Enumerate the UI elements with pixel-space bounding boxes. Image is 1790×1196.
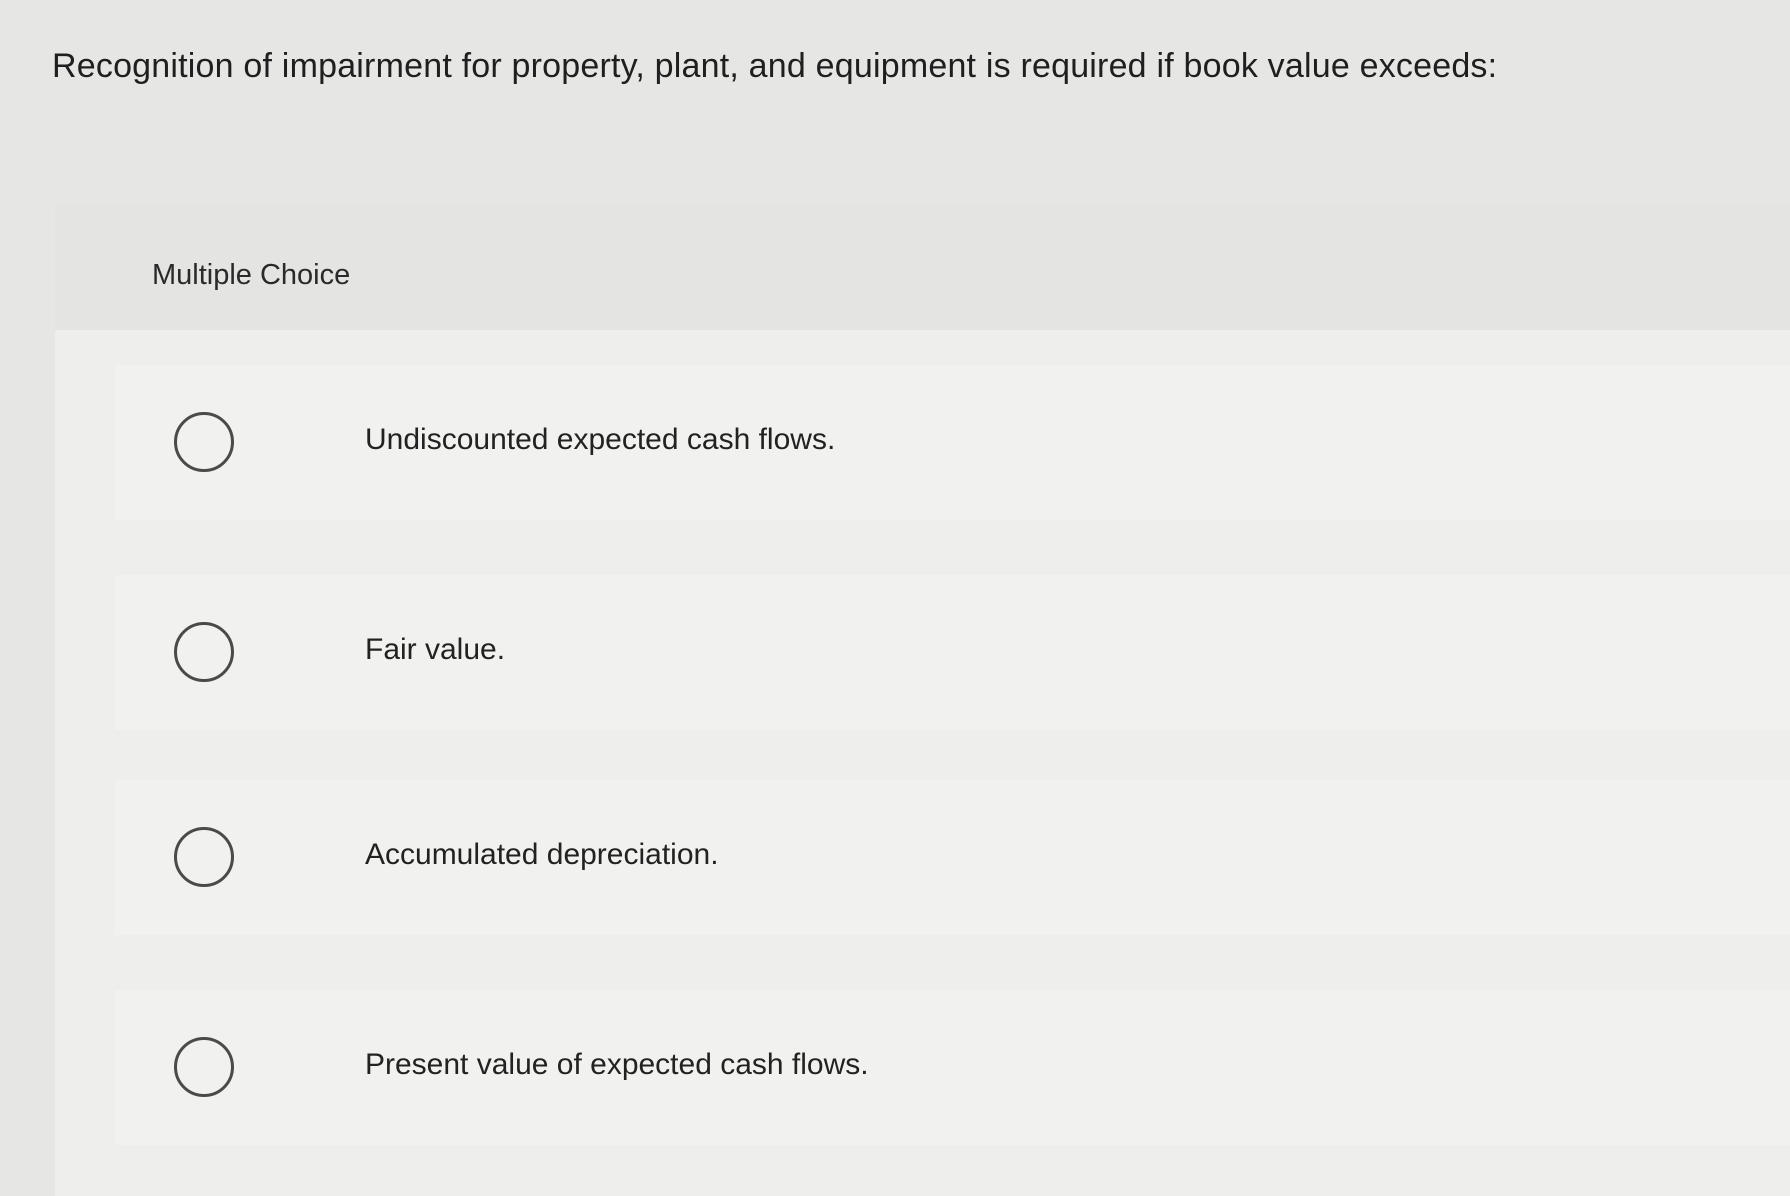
option-label: Undiscounted expected cash flows. [365,423,836,456]
option-present-value-cash-flows[interactable]: Present value of expected cash flows. [115,990,1790,1145]
radio-button[interactable] [174,622,234,682]
panel-title: Multiple Choice [152,259,351,291]
radio-button[interactable] [174,1037,234,1097]
option-fair-value[interactable]: Fair value. [115,575,1790,730]
radio-button[interactable] [174,412,234,472]
panel-header: Multiple Choice [55,205,1790,330]
option-label: Present value of expected cash flows. [365,1048,869,1081]
radio-button[interactable] [174,827,234,887]
question-text: Recognition of impairment for property, … [52,47,1498,85]
option-undiscounted-cash-flows[interactable]: Undiscounted expected cash flows. [115,365,1790,520]
multiple-choice-panel: Multiple Choice Undiscounted expected ca… [55,205,1790,1196]
option-label: Fair value. [365,633,506,666]
option-accumulated-depreciation[interactable]: Accumulated depreciation. [115,780,1790,935]
option-label: Accumulated depreciation. [365,838,719,871]
